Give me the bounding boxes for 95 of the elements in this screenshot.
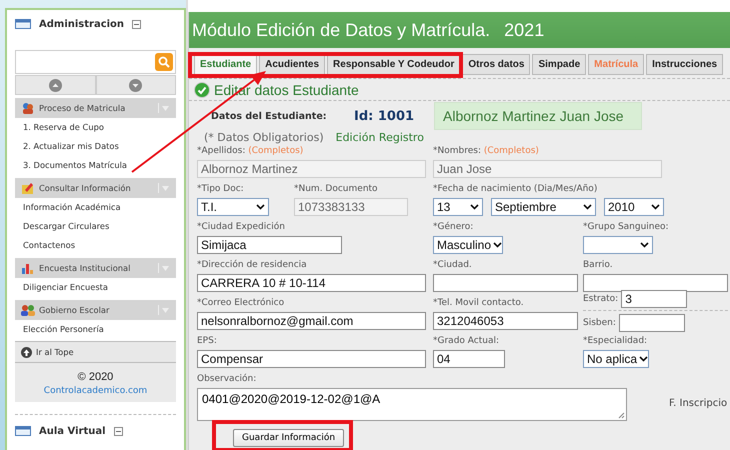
field-label: *Grado Actual: [433,336,500,348]
group-icon [21,181,35,195]
dropdown[interactable]: Masculino [433,236,503,254]
site-link[interactable]: Controlacademico.com [44,386,148,396]
menu-item[interactable]: 1. Reserva de Cupo [15,118,176,137]
field-label: *Nombres: (Completos) [433,146,540,158]
chevron-down-icon [651,204,660,210]
dropdown[interactable]: No aplica [583,350,649,368]
sidebar-title: Administracion [39,18,124,30]
tab[interactable]: Simpade [532,54,586,75]
search-button[interactable] [155,53,173,71]
field-label: Estrato: [583,294,618,304]
input-field[interactable] [433,274,578,292]
field-label: EPS: [197,336,218,348]
page-title: Módulo Edición de Datos y Matrícula. 2021 [189,12,730,48]
sidebar-section-title: Aula Virtual [39,426,106,436]
up-circle-icon [21,346,32,358]
menu-group-header[interactable]: Consultar Información [15,178,176,198]
resize-grip-icon [618,412,625,419]
menu-item[interactable]: Elección Personería [15,320,176,339]
field-label: Sisben: [583,318,616,328]
chevron-down-icon [493,242,502,248]
input-field[interactable]: CARRERA 10 # 10-114 [197,274,426,292]
window-icon [15,425,31,437]
text-area[interactable]: 0401@2020@2019-12-02@1@A [197,388,627,421]
chevron-down-icon [470,204,479,210]
input-field[interactable]: Simijaca [197,236,342,254]
input-field[interactable]: 3 [621,290,688,308]
field-label: *Tel. Movil contacto. [433,298,525,310]
tab[interactable]: Instrucciones [646,54,724,75]
field-label: *Tipo Doc: [197,184,245,196]
field-label: *Num. Documento [294,184,379,196]
scroll-down-button[interactable] [96,75,176,95]
dropdown[interactable]: T.I. [197,198,269,216]
mode-label: Edición Registro [336,131,424,144]
readonly-field: 1073383133 [294,198,408,216]
menu-item[interactable]: Contactenos [15,236,176,255]
search-field[interactable] [15,50,176,74]
field-label: *Ciudad. [433,260,473,272]
copyright-text: © 2020 [76,371,114,384]
readonly-field: Juan Jose [433,160,662,178]
chevron-down-icon [639,356,648,362]
field-label: *Especialidad: [583,336,648,348]
field-label: *Dirección de residencia [197,260,308,272]
student-name-banner: Albornoz Martinez Juan Jose [434,102,642,130]
back-to-top-button[interactable]: Ir al Tope [15,341,176,363]
required-note: (* Datos Obligatorios) [204,131,324,144]
tab[interactable]: Otros datos [462,54,530,75]
dropdown-caret-icon [158,103,170,113]
dropdown[interactable]: Septiembre [491,198,596,216]
field-label: *Fecha de nacimiento (Dia/Mes/Año) [433,184,598,196]
window-icon [15,18,31,30]
field-label: Barrio. [583,260,614,272]
menu-item[interactable]: 3. Documentos Matrícula [15,156,176,175]
chevron-down-icon [583,204,592,210]
input-field[interactable] [583,274,728,292]
menu-item[interactable]: Información Académica [15,198,176,217]
input-field[interactable]: nelsonralbornoz@gmail.com [197,312,426,330]
field-label: *Género: [433,222,474,234]
menu-item[interactable]: Descargar Circulares [15,217,176,236]
input-field[interactable]: Compensar [197,350,426,368]
search-icon [158,56,170,68]
dropdown-caret-icon [158,305,170,315]
field-label: *Grupo Sanguineo: [583,222,670,234]
group-icon [21,303,35,317]
field-label: *Ciudad Expedición [197,222,286,234]
input-field[interactable] [618,314,685,332]
dropdown-caret-icon [158,263,170,273]
collapse-icon[interactable] [114,426,123,436]
readonly-field: Albornoz Martinez [197,160,426,178]
menu-group-header[interactable]: Encuesta Institucional [15,258,176,278]
field-label: Observación: [197,374,258,386]
menu-group-header[interactable]: Proceso de Matricula [15,98,176,118]
menu-group-header[interactable]: Gobierno Escolar [15,300,176,320]
group-icon [21,261,35,275]
dropdown[interactable] [583,236,653,254]
dropdown[interactable]: 2010 [604,198,664,216]
student-id: Id: 1001 [354,108,416,124]
field-label: Datos del Estudiante: [211,110,328,122]
input-field[interactable]: 04 [433,350,505,368]
dropdown-caret-icon [158,183,170,193]
menu-item[interactable]: 2. Actualizar mis Datos [15,137,176,156]
chevron-down-icon [640,242,649,248]
field-label: F. Inscripcio [669,398,728,409]
menu-item[interactable]: Diligenciar Encuesta [15,278,176,297]
group-icon [21,101,35,115]
field-label: *Correo Electrónico [197,298,286,310]
chevron-down-icon [256,204,265,210]
collapse-icon[interactable] [132,20,142,28]
scroll-up-button[interactable] [15,75,96,95]
dropdown[interactable]: 13 [433,198,483,216]
field-label: *Apellidos: (Completos) [197,146,304,158]
save-button[interactable]: Guardar Información [233,429,344,447]
input-field[interactable]: 3212046053 [433,312,578,330]
check-circle-icon [194,82,210,98]
